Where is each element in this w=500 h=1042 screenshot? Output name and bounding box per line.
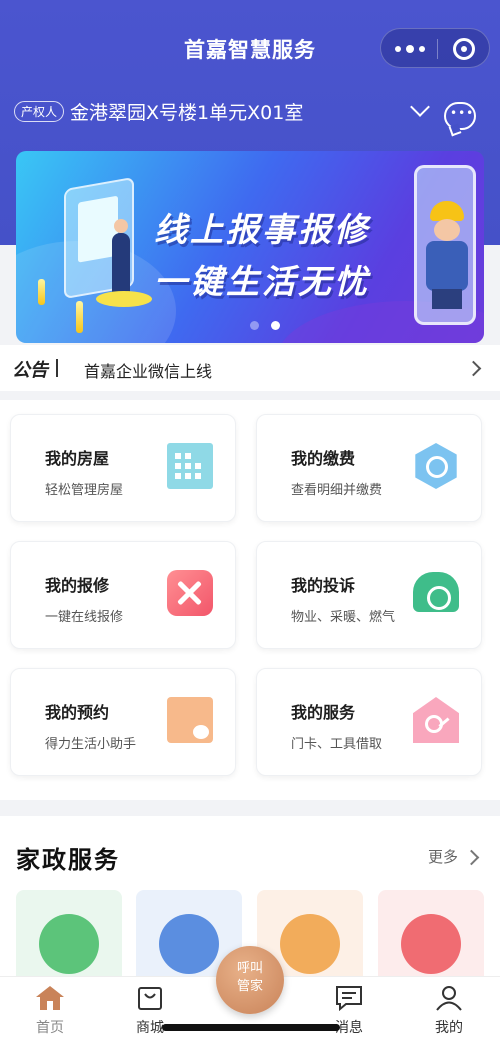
beacon-illustration: [38, 279, 45, 305]
card-subtitle: 物业、采暖、燃气: [291, 610, 396, 625]
card-my-payment[interactable]: 我的缴费 查看明细并缴费: [256, 414, 482, 522]
notice-bar[interactable]: 公告 首嘉企业微信上线: [0, 345, 500, 391]
tools-icon: [167, 570, 213, 616]
service-grid: 我的房屋 轻松管理房屋 我的缴费 查看明细并缴费 我的报修 一键在线报修 我的投…: [0, 400, 500, 800]
beacon-illustration: [76, 301, 83, 333]
card-subtitle: 得力生活小助手: [45, 737, 137, 752]
home-indicator: [162, 1024, 340, 1031]
tab-label: 我的: [435, 1020, 463, 1036]
chevron-right-icon: [465, 360, 482, 377]
carousel-dot-active[interactable]: [271, 321, 280, 330]
banner-subheadline: 一键生活无忧: [154, 262, 370, 301]
card-my-service[interactable]: 我的服务 门卡、工具借取: [256, 668, 482, 776]
card-title: 我的房屋: [45, 449, 110, 468]
home-icon: [36, 986, 64, 1010]
card-subtitle: 门卡、工具借取: [291, 737, 383, 752]
chat-bubble-icon[interactable]: [444, 102, 476, 130]
notice-badge: 公告: [12, 360, 48, 381]
chevron-right-icon[interactable]: [463, 849, 480, 866]
worker-illustration: [424, 201, 470, 311]
calendar-heart-icon: [167, 697, 213, 743]
card-subtitle: 查看明细并缴费: [291, 483, 383, 498]
card-my-appointment[interactable]: 我的预约 得力生活小助手: [10, 668, 236, 776]
card-subtitle: 轻松管理房屋: [45, 483, 124, 498]
person-illustration: [112, 219, 130, 293]
call-label-2: 管家: [236, 979, 263, 994]
card-title: 我的缴费: [291, 449, 356, 468]
card-subtitle: 一键在线报修: [45, 610, 124, 625]
card-my-repair[interactable]: 我的报修 一键在线报修: [10, 541, 236, 649]
nav-bar: 首嘉智慧服务: [0, 22, 500, 74]
notice-text: 首嘉企业微信上线: [84, 362, 213, 381]
address-text: 金港翠园X号楼1单元X01室: [70, 101, 304, 124]
card-my-complaint[interactable]: 我的投诉 物业、采暖、燃气: [256, 541, 482, 649]
address-selector[interactable]: 产权人 金港翠园X号楼1单元X01室: [14, 96, 303, 126]
section-title: 家政服务: [16, 846, 120, 874]
housekeeping-item[interactable]: [378, 890, 484, 990]
message-icon: [336, 986, 362, 1011]
shopping-bag-icon: [138, 987, 162, 1010]
more-options-icon[interactable]: [395, 45, 425, 53]
payment-icon: [415, 443, 457, 489]
tab-home[interactable]: 首页: [15, 979, 85, 1039]
lock-tools-icon: [280, 914, 340, 974]
clothing-icon: [401, 914, 461, 974]
building-icon: [167, 443, 213, 489]
carousel-dot[interactable]: [250, 321, 259, 330]
appliance-icon: [159, 914, 219, 974]
miniprogram-capsule: [380, 28, 490, 68]
carousel-indicator: [250, 321, 280, 330]
tab-profile[interactable]: 我的: [414, 979, 484, 1039]
card-title: 我的预约: [45, 703, 110, 722]
tab-label: 首页: [36, 1020, 64, 1036]
card-title: 我的服务: [291, 703, 356, 722]
card-title: 我的投诉: [291, 576, 356, 595]
promo-banner[interactable]: 线上报事报修 一键生活无忧: [16, 151, 484, 343]
card-my-house[interactable]: 我的房屋 轻松管理房屋: [10, 414, 236, 522]
close-miniprogram-icon[interactable]: [453, 38, 475, 60]
capsule-divider: [437, 39, 438, 59]
call-butler-button[interactable]: 呼叫 管家: [216, 946, 284, 1014]
call-label-1: 呼叫: [236, 961, 263, 976]
notice-divider: [56, 359, 58, 377]
more-link[interactable]: 更多: [428, 846, 458, 867]
banner-headline: 线上报事报修: [154, 210, 370, 249]
card-title: 我的报修: [45, 576, 110, 595]
telephone-icon: [413, 572, 459, 612]
pedestal-illustration: [96, 291, 152, 307]
user-icon: [436, 986, 462, 1011]
cleaning-spray-icon: [39, 914, 99, 974]
key-house-icon: [413, 697, 459, 743]
housekeeping-item[interactable]: [16, 890, 122, 990]
owner-tag: 产权人: [14, 100, 65, 122]
